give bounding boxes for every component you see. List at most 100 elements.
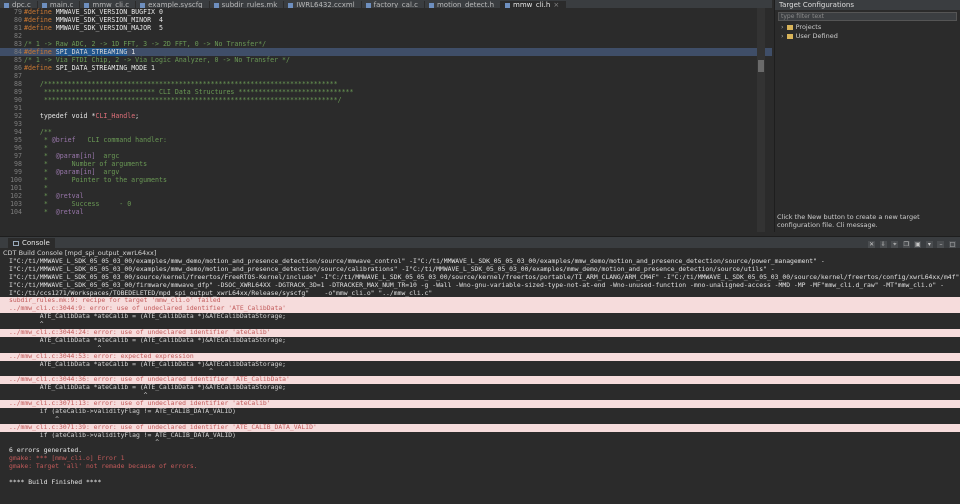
console-line: **** Build Finished **** bbox=[9, 478, 102, 486]
code-token: /***************************************… bbox=[24, 80, 338, 88]
panel-title-text: Target Configurations bbox=[779, 1, 855, 9]
code-line[interactable]: 84 #define SPI_DATA_STREAMING 1 bbox=[0, 48, 772, 56]
console-error-line: ../mmw_cli.c:3071:13: error: use of unde… bbox=[0, 400, 960, 408]
display-console-icon[interactable]: ▣ bbox=[914, 241, 922, 248]
console-line: gmake: *** [mmw_cli.o] Error 1 bbox=[9, 455, 125, 463]
console-line: if (ateCalib->validityFlag != ATE_CALIB_… bbox=[9, 407, 237, 415]
console-error-line: ../mmw_cli.c:3044:9: error: use of undec… bbox=[0, 305, 960, 314]
code-line[interactable]: 81 #define MMWAVE_SDK_VERSION_MAJOR 5 bbox=[0, 24, 772, 32]
chevron-right-icon[interactable]: › bbox=[781, 23, 784, 31]
console-error-line: subdir_rules.mk:9: recipe for target 'mm… bbox=[0, 297, 960, 306]
code-line[interactable]: 97 * @param[in] argc bbox=[0, 152, 772, 160]
console-output[interactable]: I"C:/ti/MMWAVE_L_SDK_05_05_03_00/example… bbox=[0, 258, 960, 504]
file-icon bbox=[213, 2, 219, 8]
code-line[interactable]: 98 * Number of arguments bbox=[0, 160, 772, 168]
chevron-right-icon[interactable]: › bbox=[781, 32, 784, 40]
console-icon bbox=[13, 240, 19, 246]
console-title: CDT Build Console [mpd_spi_output_xwrL64… bbox=[0, 248, 960, 258]
code-line[interactable]: 88 /************************************… bbox=[0, 80, 772, 88]
file-icon bbox=[84, 2, 90, 8]
file-icon bbox=[140, 2, 146, 8]
line-number: 94 bbox=[14, 128, 22, 136]
editor-tab[interactable]: IWRL6432.ccxml bbox=[284, 1, 362, 8]
code-token: * bbox=[24, 168, 56, 176]
code-line[interactable]: 92 typedef void *CLI_Handle; bbox=[0, 112, 772, 120]
editor-tab[interactable]: mmw_cli.c bbox=[80, 1, 137, 8]
code-line[interactable]: 95 * @brief CLI command handler: bbox=[0, 136, 772, 144]
editor-scroll-thumb[interactable] bbox=[758, 60, 764, 72]
code-line[interactable]: 83/* 1 -> Raw ADC, 2 -> 1D FFT, 3 -> 2D … bbox=[0, 40, 772, 48]
tab-label: factory_cal.c bbox=[373, 1, 418, 8]
line-number: 97 bbox=[14, 152, 22, 160]
code-line[interactable]: 99 * @param[in] argv bbox=[0, 168, 772, 176]
filter-placeholder: type filter text bbox=[781, 13, 825, 20]
tab-label: example.syscfg bbox=[148, 1, 203, 8]
console-line: I"C:/ti/MMWAVE_L_SDK_05_05_03_00/source/… bbox=[9, 273, 960, 281]
code-line[interactable]: 102 * @retval bbox=[0, 192, 772, 200]
code-line[interactable]: 85/* 1 -> Via FTDI Chip, 2 -> Via Logic … bbox=[0, 56, 772, 64]
code-line[interactable]: 100 * Pointer to the arguments bbox=[0, 176, 772, 184]
tree-item-label: Projects bbox=[795, 23, 822, 31]
code-line[interactable]: 80 #define MMWAVE_SDK_VERSION_MINOR 4 bbox=[0, 16, 772, 24]
console-error-line: ../mmw_cli.c:3071:39: error: use of unde… bbox=[0, 423, 960, 432]
code-token: CLI command handler: bbox=[75, 136, 167, 144]
close-tab-icon[interactable]: × bbox=[553, 1, 559, 8]
editor-tab[interactable]: mmw_cli.h × bbox=[501, 1, 567, 8]
editor-tab[interactable]: factory_cal.c bbox=[362, 1, 425, 8]
editor-tab[interactable]: dpc.c bbox=[0, 1, 38, 8]
code-token: SPI_DATA_STREAMING bbox=[55, 48, 128, 56]
code-line[interactable]: 94 /** bbox=[0, 128, 772, 136]
code-token: * Success - 0 bbox=[24, 200, 132, 208]
code-token: MMWAVE_SDK_VERSION_MINOR 4 bbox=[51, 16, 163, 24]
open-console-icon[interactable]: ▾ bbox=[925, 241, 933, 248]
tree-item-projects[interactable]: › Projects bbox=[775, 23, 960, 32]
code-line[interactable]: 90 *************************************… bbox=[0, 96, 772, 104]
file-icon bbox=[505, 2, 511, 8]
filter-input[interactable]: type filter text bbox=[778, 12, 957, 21]
console-line: I"C:/ti/MMWAVE_L_SDK_05_05_03_00/example… bbox=[9, 258, 825, 265]
console-line: ATE_CalibData *ateCalib = (ATE_CalibData… bbox=[9, 384, 287, 392]
code-token: * Pointer to the arguments bbox=[24, 176, 167, 184]
clear-console-icon[interactable]: ✕ bbox=[868, 241, 876, 248]
code-line[interactable]: 86 #define SPI_DATA_STREAMING_MODE 1 bbox=[0, 64, 772, 72]
line-number: 93 bbox=[14, 120, 22, 128]
code-token: argv bbox=[95, 168, 120, 176]
editor-tab[interactable]: subdir_rules.mk bbox=[210, 1, 285, 8]
editor-tab[interactable]: main.c bbox=[38, 1, 81, 8]
code-token: **************************** CLI Data St… bbox=[24, 88, 354, 96]
code-line[interactable]: 101 * bbox=[0, 184, 772, 192]
console-line: I"C:/ti/MMWAVE_L_SDK_05_05_03_00/example… bbox=[9, 265, 775, 273]
line-number: 89 bbox=[14, 88, 22, 96]
editor-tab[interactable]: example.syscfg bbox=[136, 1, 210, 8]
line-number: 88 bbox=[14, 80, 22, 88]
code-line[interactable]: 104 * @retval bbox=[0, 208, 772, 216]
target-configurations-panel: Target Configurations type filter text ›… bbox=[774, 0, 960, 232]
minimize-icon[interactable]: – bbox=[937, 241, 945, 248]
code-line[interactable]: 93 bbox=[0, 120, 772, 128]
code-token: @brief bbox=[51, 136, 76, 144]
copy-icon[interactable]: ❐ bbox=[902, 241, 910, 248]
code-line[interactable]: 79 #define MMWAVE_SDK_VERSION_BUGFIX 0 bbox=[0, 8, 772, 16]
code-line[interactable]: 82 bbox=[0, 32, 772, 40]
line-number: 85 bbox=[14, 56, 22, 64]
tree-item-user-defined[interactable]: › User Defined bbox=[775, 32, 960, 41]
editor-tab[interactable]: motion_detect.h bbox=[425, 1, 502, 8]
code-line[interactable]: 103 * Success - 0 bbox=[0, 200, 772, 208]
line-number: 80 bbox=[14, 16, 22, 24]
code-line[interactable]: 89 **************************** CLI Data… bbox=[0, 88, 772, 96]
code-editor[interactable]: 79 #define MMWAVE_SDK_VERSION_BUGFIX 0 80 #… bbox=[0, 8, 772, 232]
code-line[interactable]: 91 bbox=[0, 104, 772, 112]
folder-icon bbox=[786, 24, 793, 30]
code-token: ****************************************… bbox=[24, 96, 342, 104]
line-number: 87 bbox=[14, 72, 22, 80]
editor-scrollbar[interactable] bbox=[757, 8, 765, 232]
file-icon bbox=[428, 2, 434, 8]
tab-label: IWRL6432.ccxml bbox=[296, 1, 355, 8]
code-line[interactable]: 87 bbox=[0, 72, 772, 80]
pin-icon[interactable]: ⌖ bbox=[891, 241, 899, 248]
maximize-icon[interactable]: □ bbox=[949, 241, 956, 248]
console-line: 6 errors generated. bbox=[9, 447, 83, 455]
code-line[interactable]: 96 * bbox=[0, 144, 772, 152]
code-token: #define bbox=[24, 48, 52, 56]
scroll-lock-icon[interactable]: ⇩ bbox=[879, 241, 887, 248]
